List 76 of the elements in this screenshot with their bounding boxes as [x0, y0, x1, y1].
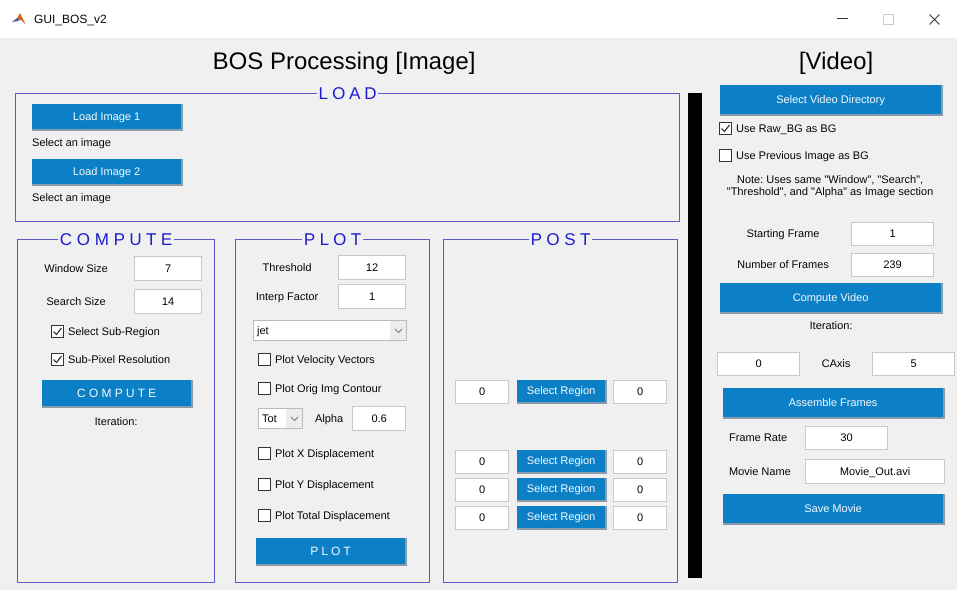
number-field[interactable]: 7	[134, 256, 202, 281]
number-field[interactable]: 1	[338, 284, 406, 309]
region-max-field[interactable]: 0	[613, 478, 667, 502]
field-label: Starting Frame	[746, 228, 820, 240]
dropdown-caret-icon[interactable]	[286, 409, 302, 428]
region-min-field[interactable]: 0	[455, 506, 509, 530]
checkbox[interactable]	[51, 325, 64, 338]
checkbox[interactable]	[258, 509, 271, 522]
checkbox-label[interactable]: Use Previous Image as BG	[736, 150, 869, 162]
field-label: Frame Rate	[729, 432, 788, 444]
checkbox-label[interactable]: Plot Y Displacement	[275, 478, 374, 490]
region-max-field[interactable]: 0	[613, 506, 667, 530]
number-field[interactable]: 1	[851, 222, 934, 246]
number-field[interactable]: 0.6	[352, 406, 406, 431]
select-region-button[interactable]: Select Region	[517, 506, 607, 530]
field-label: Interp Factor	[254, 290, 320, 302]
number-field[interactable]: 12	[338, 255, 406, 280]
iteration-text: Iteration:	[808, 320, 854, 332]
load-image-button[interactable]: Load Image 2	[32, 159, 183, 186]
field-label: CAxis	[820, 358, 852, 370]
panel-title: L O A D	[318, 85, 378, 102]
checkbox-label[interactable]: Plot Velocity Vectors	[275, 354, 375, 366]
checkbox-label[interactable]: Plot X Displacement	[275, 448, 374, 460]
plot-button[interactable]: P L O T	[256, 538, 407, 566]
number-field[interactable]: 239	[851, 253, 934, 277]
compute-video-button[interactable]: Compute Video	[720, 283, 943, 314]
compute-button[interactable]: C O M P U T E	[42, 380, 193, 408]
region-max-field[interactable]: 0	[613, 450, 667, 474]
field-label: Search Size	[45, 296, 107, 308]
region-min-field[interactable]: 0	[455, 450, 509, 474]
checkbox[interactable]	[51, 353, 64, 366]
checkbox-label[interactable]: Plot Total Displacement	[275, 510, 390, 522]
window-title: GUI_BOS_v2	[34, 12, 108, 26]
region-max-field[interactable]: 0	[613, 380, 667, 404]
load-image-button[interactable]: Load Image 1	[32, 104, 183, 131]
checkbox[interactable]	[258, 478, 271, 491]
field-label: Alpha	[315, 412, 344, 424]
checkbox[interactable]	[258, 382, 271, 395]
status-text: Select an image	[32, 137, 111, 149]
panel-title: P O S T	[530, 231, 592, 248]
region-min-field[interactable]: 0	[455, 380, 509, 404]
field-label: Movie Name	[729, 466, 792, 478]
assemble-frames-button[interactable]: Assemble Frames	[723, 388, 945, 419]
checkbox-label[interactable]: Sub-Pixel Resolution	[68, 354, 170, 366]
movie-name-field[interactable]: Movie_Out.avi	[805, 459, 945, 484]
checkbox[interactable]	[719, 149, 732, 162]
status-text: Select an image	[32, 192, 111, 204]
region-min-field[interactable]: 0	[455, 478, 509, 502]
field-label: Threshold	[262, 262, 312, 274]
panel-title: C O M P U T E	[58, 231, 174, 248]
colormap-dropdown[interactable]: jet	[253, 320, 407, 341]
field-label: Window Size	[43, 262, 109, 274]
note-text: Note: Uses same "Window", "Search", "Threshold", and "Alpha" as Image section	[726, 174, 934, 198]
checkbox-label[interactable]: Plot Orig Img Contour	[275, 382, 382, 394]
section-heading: [Video]	[798, 48, 874, 76]
checkbox-label[interactable]: Select Sub-Region	[68, 326, 160, 338]
caxis-min-field[interactable]: 0	[717, 352, 800, 376]
field-label: Number of Frames	[736, 259, 830, 271]
panel-title: P L O T	[302, 231, 362, 248]
number-field[interactable]: 14	[134, 289, 202, 314]
select-region-button[interactable]: Select Region	[517, 450, 607, 474]
caxis-max-field[interactable]: 5	[872, 352, 955, 376]
save-movie-button[interactable]: Save Movie	[723, 494, 945, 525]
checkbox-label[interactable]: Use Raw_BG as BG	[736, 122, 836, 134]
select-region-button[interactable]: Select Region	[517, 478, 607, 502]
checkbox[interactable]	[258, 353, 271, 366]
select-region-button[interactable]: Select Region	[517, 380, 607, 404]
dropdown-caret-icon[interactable]	[390, 321, 406, 340]
iteration-text: Iteration:	[94, 416, 138, 428]
checkbox[interactable]	[719, 122, 732, 135]
section-heading: BOS Processing [Image]	[212, 48, 476, 76]
select-directory-button[interactable]: Select Video Directory	[720, 85, 943, 116]
app-logo-icon	[12, 13, 26, 25]
checkbox[interactable]	[258, 447, 271, 460]
component-dropdown[interactable]: Tot	[258, 408, 303, 429]
frame-rate-field[interactable]: 30	[805, 426, 888, 450]
